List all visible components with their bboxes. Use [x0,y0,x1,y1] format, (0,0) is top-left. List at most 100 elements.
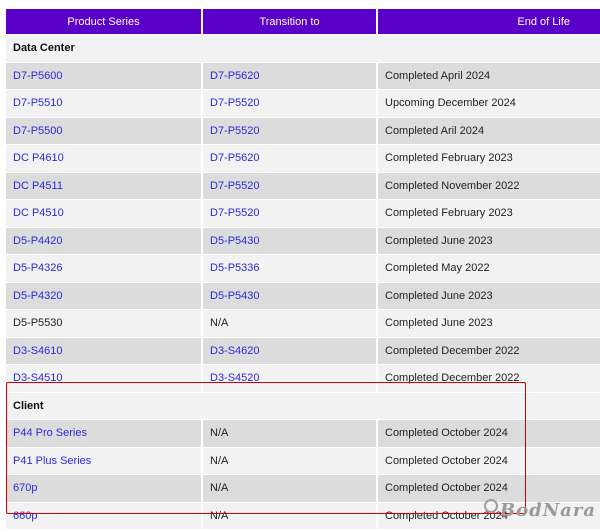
table-row: D5-P5530 N/A Completed June 2023 [6,310,600,338]
table-row: D5-P4320 D5-P5430 Completed June 2023 [6,282,600,310]
end-of-life-cell: Completed October 2024 [377,475,600,503]
transition-cell: D5-P5430 [202,227,377,255]
transition-link[interactable]: D7-P5520 [210,207,260,219]
product-series-cell: D7-P5500 [6,117,202,145]
product-series-link[interactable]: P44 Pro Series [13,427,87,439]
end-of-life-cell: Completed June 2023 [377,282,600,310]
watermark-text: BodNara [500,500,596,521]
product-series-link[interactable]: D7-P5510 [13,97,63,109]
product-series-link[interactable]: DC P4511 [13,180,63,192]
table-row: D7-P5600 D7-P5620 Completed April 2024 [6,62,600,90]
product-series-cell: D3-S4610 [6,337,202,365]
table-row: D7-P5500 D7-P5520 Completed Aril 2024 [6,117,600,145]
end-of-life-cell: Completed June 2023 [377,310,600,338]
table-row: D5-P4420 D5-P5430 Completed June 2023 [6,227,600,255]
transition-link[interactable]: D7-P5620 [210,152,260,164]
end-of-life-cell: Completed November 2022 [377,172,600,200]
product-series-link[interactable]: P41 Plus Series [13,455,91,467]
transition-cell: N/A [202,447,377,475]
transition-link[interactable]: D5-P5430 [210,290,260,302]
transition-link[interactable]: D3-S4620 [210,345,260,357]
transition-text: N/A [210,317,228,329]
transition-cell: N/A [202,502,377,529]
transition-link[interactable]: D5-P5430 [210,235,260,247]
product-series-link[interactable]: D5-P4320 [13,290,63,302]
transition-cell: N/A [202,420,377,448]
transition-cell: D7-P5520 [202,117,377,145]
transition-link[interactable]: D5-P5336 [210,262,260,274]
product-series-cell: D5-P5530 [6,310,202,338]
product-series-link[interactable]: D7-P5500 [13,125,63,137]
transition-cell: D3-S4520 [202,365,377,393]
product-series-cell: P44 Pro Series [6,420,202,448]
transition-text: N/A [210,510,228,522]
product-series-link[interactable]: D7-P5600 [13,70,63,82]
product-series-cell: 670p [6,475,202,503]
transition-cell: D7-P5520 [202,90,377,118]
transition-cell: D7-P5620 [202,62,377,90]
transition-link[interactable]: D7-P5620 [210,70,260,82]
product-series-link[interactable]: 670p [13,482,37,494]
table-row: DC P4510 D7-P5520 Completed February 2023 [6,200,600,228]
end-of-life-cell: Completed October 2024 [377,447,600,475]
end-of-life-cell: Completed December 2022 [377,365,600,393]
transition-text: N/A [210,455,228,467]
transition-link[interactable]: D7-P5520 [210,97,260,109]
transition-cell: D5-P5336 [202,255,377,283]
table-row: D3-S4510 D3-S4520 Completed December 2022 [6,365,600,393]
product-series-cell: D3-S4510 [6,365,202,393]
product-series-cell: DC P4510 [6,200,202,228]
transition-cell: N/A [202,310,377,338]
product-series-link[interactable]: D5-P4326 [13,262,63,274]
product-series-link[interactable]: 660p [13,510,37,522]
product-series-link[interactable]: D5-P4420 [13,235,63,247]
transition-link[interactable]: D3-S4520 [210,372,260,384]
product-series-cell: D7-P5510 [6,90,202,118]
product-series-link[interactable]: DC P4610 [13,152,64,164]
table-row: DC P4610D7-P5620Completed February 2023 [6,145,600,173]
transition-cell: D5-P5430 [202,282,377,310]
header-row: Product Series Transition to End of Life [6,9,600,35]
product-series-cell: D5-P4320 [6,282,202,310]
end-of-life-cell: Completed December 2022 [377,337,600,365]
product-series-cell: 660p [6,502,202,529]
product-series-text: D5-P5530 [13,317,63,329]
watermark-logo-icon [484,499,498,513]
table-row: DC P4511 D7-P5520 Completed November 2022 [6,172,600,200]
product-series-link[interactable]: DC P4510 [13,207,64,219]
transition-cell: D3-S4620 [202,337,377,365]
product-series-link[interactable]: D3-S4510 [13,372,63,384]
transition-link[interactable]: D7-P5520 [210,125,260,137]
col-header-transition-to: Transition to [202,9,377,35]
product-series-cell: D7-P5600 [6,62,202,90]
product-series-cell: P41 Plus Series [6,447,202,475]
end-of-life-cell: Completed October 2024 [377,420,600,448]
product-series-cell: D5-P4326 [6,255,202,283]
section-row-client: Client [6,392,600,420]
section-title: Data Center [6,35,600,63]
watermark: BodNara [484,499,596,521]
transition-cell: D7-P5520 [202,172,377,200]
table-row: P44 Pro Series N/A Completed October 2024 [6,420,600,448]
product-series-cell: DC P4610 [6,145,202,173]
transition-text: N/A [210,427,228,439]
table-row: P41 Plus Series N/A Completed October 2024 [6,447,600,475]
end-of-life-cell: Completed February 2023 [377,200,600,228]
table-row: 670p N/A Completed October 2024 [6,475,600,503]
end-of-life-cell: Upcoming December 2024 [377,90,600,118]
transition-cell: D7-P5520 [202,200,377,228]
transition-cell: N/A [202,475,377,503]
col-header-end-of-life: End of Life [377,9,600,35]
transition-text: N/A [210,482,228,494]
col-header-product-series: Product Series [6,9,202,35]
table-row: D5-P4326D5-P5336Completed May 2022 [6,255,600,283]
product-series-link[interactable]: D3-S4610 [13,345,63,357]
section-title: Client [6,392,600,420]
section-row-data-center: Data Center [6,35,600,63]
end-of-life-cell: Completed April 2024 [377,62,600,90]
end-of-life-cell: Completed June 2023 [377,227,600,255]
eol-table: Product Series Transition to End of Life… [6,9,600,529]
table-row: D3-S4610 D3-S4620 Completed December 2022 [6,337,600,365]
transition-link[interactable]: D7-P5520 [210,180,260,192]
end-of-life-cell: Completed Aril 2024 [377,117,600,145]
